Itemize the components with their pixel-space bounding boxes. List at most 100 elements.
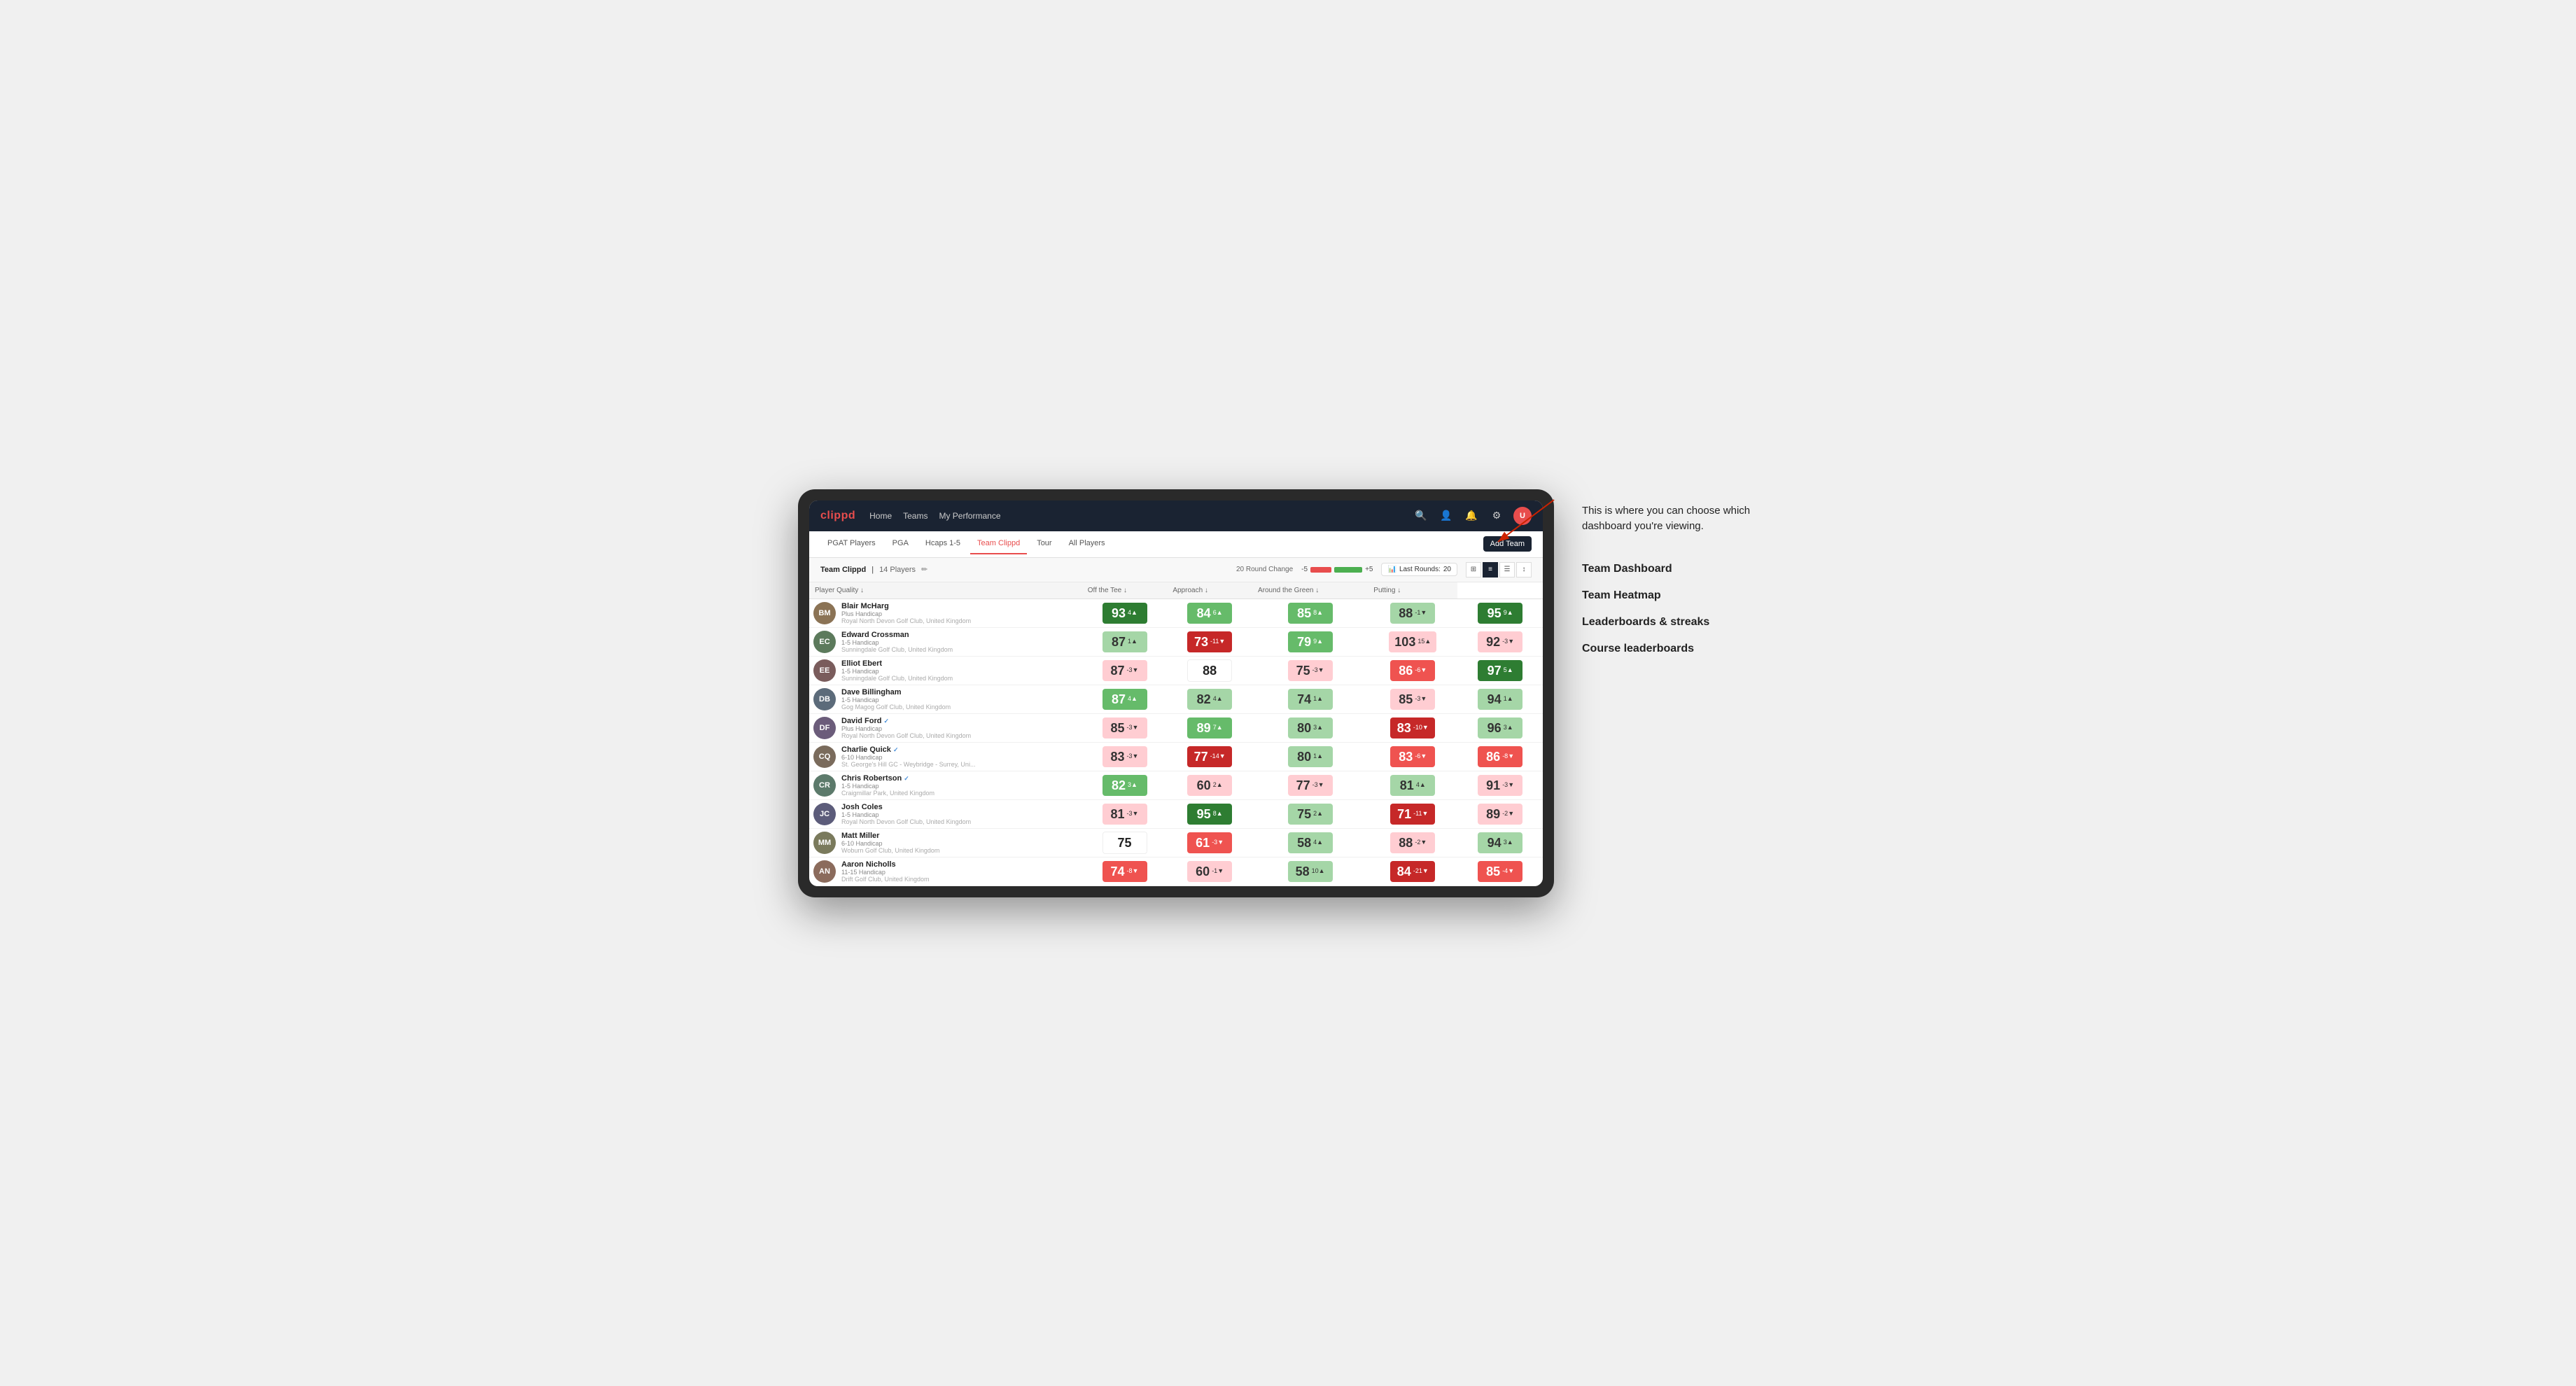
search-icon[interactable]: 🔍 bbox=[1413, 507, 1429, 524]
score-cell-player_quality: 81 -3▼ bbox=[1082, 799, 1168, 828]
nav-item-performance[interactable]: My Performance bbox=[939, 508, 1000, 524]
last-rounds-icon: 📊 bbox=[1387, 566, 1396, 573]
score-cell-putting: 86 -8▼ bbox=[1457, 742, 1543, 771]
putting-sort[interactable]: Putting ↓ bbox=[1373, 587, 1452, 594]
score-cell-player_quality: 75 bbox=[1082, 828, 1168, 857]
table-row: AN Aaron Nicholls 11-15 Handicap Drift G… bbox=[809, 857, 1543, 886]
score-cell-putting: 94 3▲ bbox=[1457, 828, 1543, 857]
neg-label: -5 bbox=[1301, 566, 1308, 573]
player-table: Player Quality ↓ Off the Tee ↓ Approach … bbox=[809, 582, 1543, 886]
tab-pga[interactable]: PGA bbox=[886, 533, 916, 554]
view-grid-button[interactable]: ⊞ bbox=[1466, 562, 1481, 578]
player-cell[interactable]: DF David Ford ✓ Plus Handicap Royal Nort… bbox=[809, 713, 1082, 742]
score-cell-around_green: 84 -21▼ bbox=[1368, 857, 1457, 886]
person-icon[interactable]: 👤 bbox=[1438, 507, 1455, 524]
menu-item-leaderboards[interactable]: Leaderboards & streaks bbox=[1582, 609, 1778, 636]
table-row: MM Matt Miller 6-10 Handicap Woburn Golf… bbox=[809, 828, 1543, 857]
score-cell-approach: 75 -3▼ bbox=[1252, 656, 1368, 685]
tab-pgat[interactable]: PGAT Players bbox=[820, 533, 883, 554]
score-cell-player_quality: 82 3▲ bbox=[1082, 771, 1168, 799]
score-cell-around_green: 88 -2▼ bbox=[1368, 828, 1457, 857]
nav-item-teams[interactable]: Teams bbox=[903, 508, 927, 524]
score-cell-approach: 79 9▲ bbox=[1252, 627, 1368, 656]
team-separator: | bbox=[872, 566, 874, 574]
col-off-tee[interactable]: Off the Tee ↓ bbox=[1082, 582, 1168, 599]
view-list-button[interactable]: ☰ bbox=[1499, 562, 1515, 578]
player-cell[interactable]: AN Aaron Nicholls 11-15 Handicap Drift G… bbox=[809, 857, 1082, 886]
score-cell-player_quality: 85 -3▼ bbox=[1082, 713, 1168, 742]
score-cell-putting: 92 -3▼ bbox=[1457, 627, 1543, 656]
player-cell[interactable]: DB Dave Billingham 1-5 Handicap Gog Mago… bbox=[809, 685, 1082, 713]
score-cell-putting: 89 -2▼ bbox=[1457, 799, 1543, 828]
score-cell-off_tee: 60 2▲ bbox=[1167, 771, 1252, 799]
table-row: CR Chris Robertson ✓ 1-5 Handicap Craigm… bbox=[809, 771, 1543, 799]
tab-team-clippd[interactable]: Team Clippd bbox=[970, 533, 1027, 554]
around-green-sort[interactable]: Around the Green ↓ bbox=[1258, 587, 1362, 594]
table-row: EC Edward Crossman 1-5 Handicap Sunningd… bbox=[809, 627, 1543, 656]
logo: clippd bbox=[820, 510, 855, 522]
tablet-screen: clippd Home Teams My Performance 🔍 👤 🔔 ⚙… bbox=[809, 500, 1543, 886]
tab-all-players[interactable]: All Players bbox=[1062, 533, 1112, 554]
table-container: Player Quality ↓ Off the Tee ↓ Approach … bbox=[809, 582, 1543, 886]
team-name: Team Clippd bbox=[820, 566, 866, 574]
dashboard-menu-list: Team Dashboard Team Heatmap Leaderboards… bbox=[1582, 556, 1778, 662]
table-row: EE Elliot Ebert 1-5 Handicap Sunningdale… bbox=[809, 656, 1543, 685]
table-row: BM Blair McHarg Plus Handicap Royal Nort… bbox=[809, 598, 1543, 627]
player-cell[interactable]: CQ Charlie Quick ✓ 6-10 Handicap St. Geo… bbox=[809, 742, 1082, 771]
round-change-label: 20 Round Change bbox=[1236, 566, 1293, 573]
edit-icon[interactable]: ✏ bbox=[921, 565, 927, 574]
col-player[interactable]: Player Quality ↓ bbox=[809, 582, 1082, 599]
col-approach[interactable]: Approach ↓ bbox=[1167, 582, 1252, 599]
score-cell-approach: 80 3▲ bbox=[1252, 713, 1368, 742]
score-cell-off_tee: 77 -14▼ bbox=[1167, 742, 1252, 771]
annotation-panel: This is where you can choose which dashb… bbox=[1582, 489, 1778, 662]
last-rounds-value: 20 bbox=[1443, 566, 1451, 573]
player-cell[interactable]: BM Blair McHarg Plus Handicap Royal Nort… bbox=[809, 598, 1082, 627]
tab-hcaps[interactable]: Hcaps 1-5 bbox=[918, 533, 967, 554]
bell-icon[interactable]: 🔔 bbox=[1463, 507, 1480, 524]
score-cell-around_green: 88 -1▼ bbox=[1368, 598, 1457, 627]
score-cell-player_quality: 74 -8▼ bbox=[1082, 857, 1168, 886]
score-cell-off_tee: 84 6▲ bbox=[1167, 598, 1252, 627]
score-cell-putting: 91 -3▼ bbox=[1457, 771, 1543, 799]
menu-item-team-dashboard[interactable]: Team Dashboard bbox=[1582, 556, 1778, 582]
player-cell[interactable]: CR Chris Robertson ✓ 1-5 Handicap Craigm… bbox=[809, 771, 1082, 799]
nav-item-home[interactable]: Home bbox=[869, 508, 892, 524]
off-tee-sort[interactable]: Off the Tee ↓ bbox=[1088, 587, 1162, 594]
player-cell[interactable]: MM Matt Miller 6-10 Handicap Woburn Golf… bbox=[809, 828, 1082, 857]
table-row: DB Dave Billingham 1-5 Handicap Gog Mago… bbox=[809, 685, 1543, 713]
score-cell-player_quality: 87 -3▼ bbox=[1082, 656, 1168, 685]
score-cell-off_tee: 88 bbox=[1167, 656, 1252, 685]
score-cell-off_tee: 61 -3▼ bbox=[1167, 828, 1252, 857]
page-wrapper: clippd Home Teams My Performance 🔍 👤 🔔 ⚙… bbox=[798, 489, 1778, 897]
team-count: 14 Players bbox=[879, 566, 916, 574]
score-cell-player_quality: 93 4▲ bbox=[1082, 598, 1168, 627]
positive-bar bbox=[1334, 567, 1362, 573]
tab-tour[interactable]: Tour bbox=[1030, 533, 1058, 554]
score-cell-approach: 75 2▲ bbox=[1252, 799, 1368, 828]
player-cell[interactable]: EE Elliot Ebert 1-5 Handicap Sunningdale… bbox=[809, 656, 1082, 685]
player-cell[interactable]: EC Edward Crossman 1-5 Handicap Sunningd… bbox=[809, 627, 1082, 656]
score-cell-off_tee: 95 8▲ bbox=[1167, 799, 1252, 828]
player-cell[interactable]: JC Josh Coles 1-5 Handicap Royal North D… bbox=[809, 799, 1082, 828]
score-cell-player_quality: 83 -3▼ bbox=[1082, 742, 1168, 771]
table-row: JC Josh Coles 1-5 Handicap Royal North D… bbox=[809, 799, 1543, 828]
negative-bar bbox=[1310, 567, 1331, 573]
menu-item-team-heatmap[interactable]: Team Heatmap bbox=[1582, 582, 1778, 609]
approach-sort[interactable]: Approach ↓ bbox=[1172, 587, 1247, 594]
round-change-bar: -5 +5 bbox=[1301, 566, 1373, 573]
score-cell-around_green: 71 -11▼ bbox=[1368, 799, 1457, 828]
last-rounds-button[interactable]: 📊 Last Rounds: 20 bbox=[1381, 563, 1457, 576]
score-cell-putting: 97 5▲ bbox=[1457, 656, 1543, 685]
score-cell-player_quality: 87 4▲ bbox=[1082, 685, 1168, 713]
player-quality-sort[interactable]: Player Quality ↓ bbox=[815, 587, 1077, 594]
view-options-button[interactable]: ↕ bbox=[1516, 562, 1532, 578]
score-cell-off_tee: 82 4▲ bbox=[1167, 685, 1252, 713]
top-nav: clippd Home Teams My Performance 🔍 👤 🔔 ⚙… bbox=[809, 500, 1543, 531]
score-cell-around_green: 85 -3▼ bbox=[1368, 685, 1457, 713]
col-around-green[interactable]: Around the Green ↓ bbox=[1252, 582, 1368, 599]
menu-item-course-leaderboards[interactable]: Course leaderboards bbox=[1582, 636, 1778, 662]
col-putting[interactable]: Putting ↓ bbox=[1368, 582, 1457, 599]
view-table-button[interactable]: ≡ bbox=[1483, 562, 1498, 578]
tablet-frame: clippd Home Teams My Performance 🔍 👤 🔔 ⚙… bbox=[798, 489, 1554, 897]
